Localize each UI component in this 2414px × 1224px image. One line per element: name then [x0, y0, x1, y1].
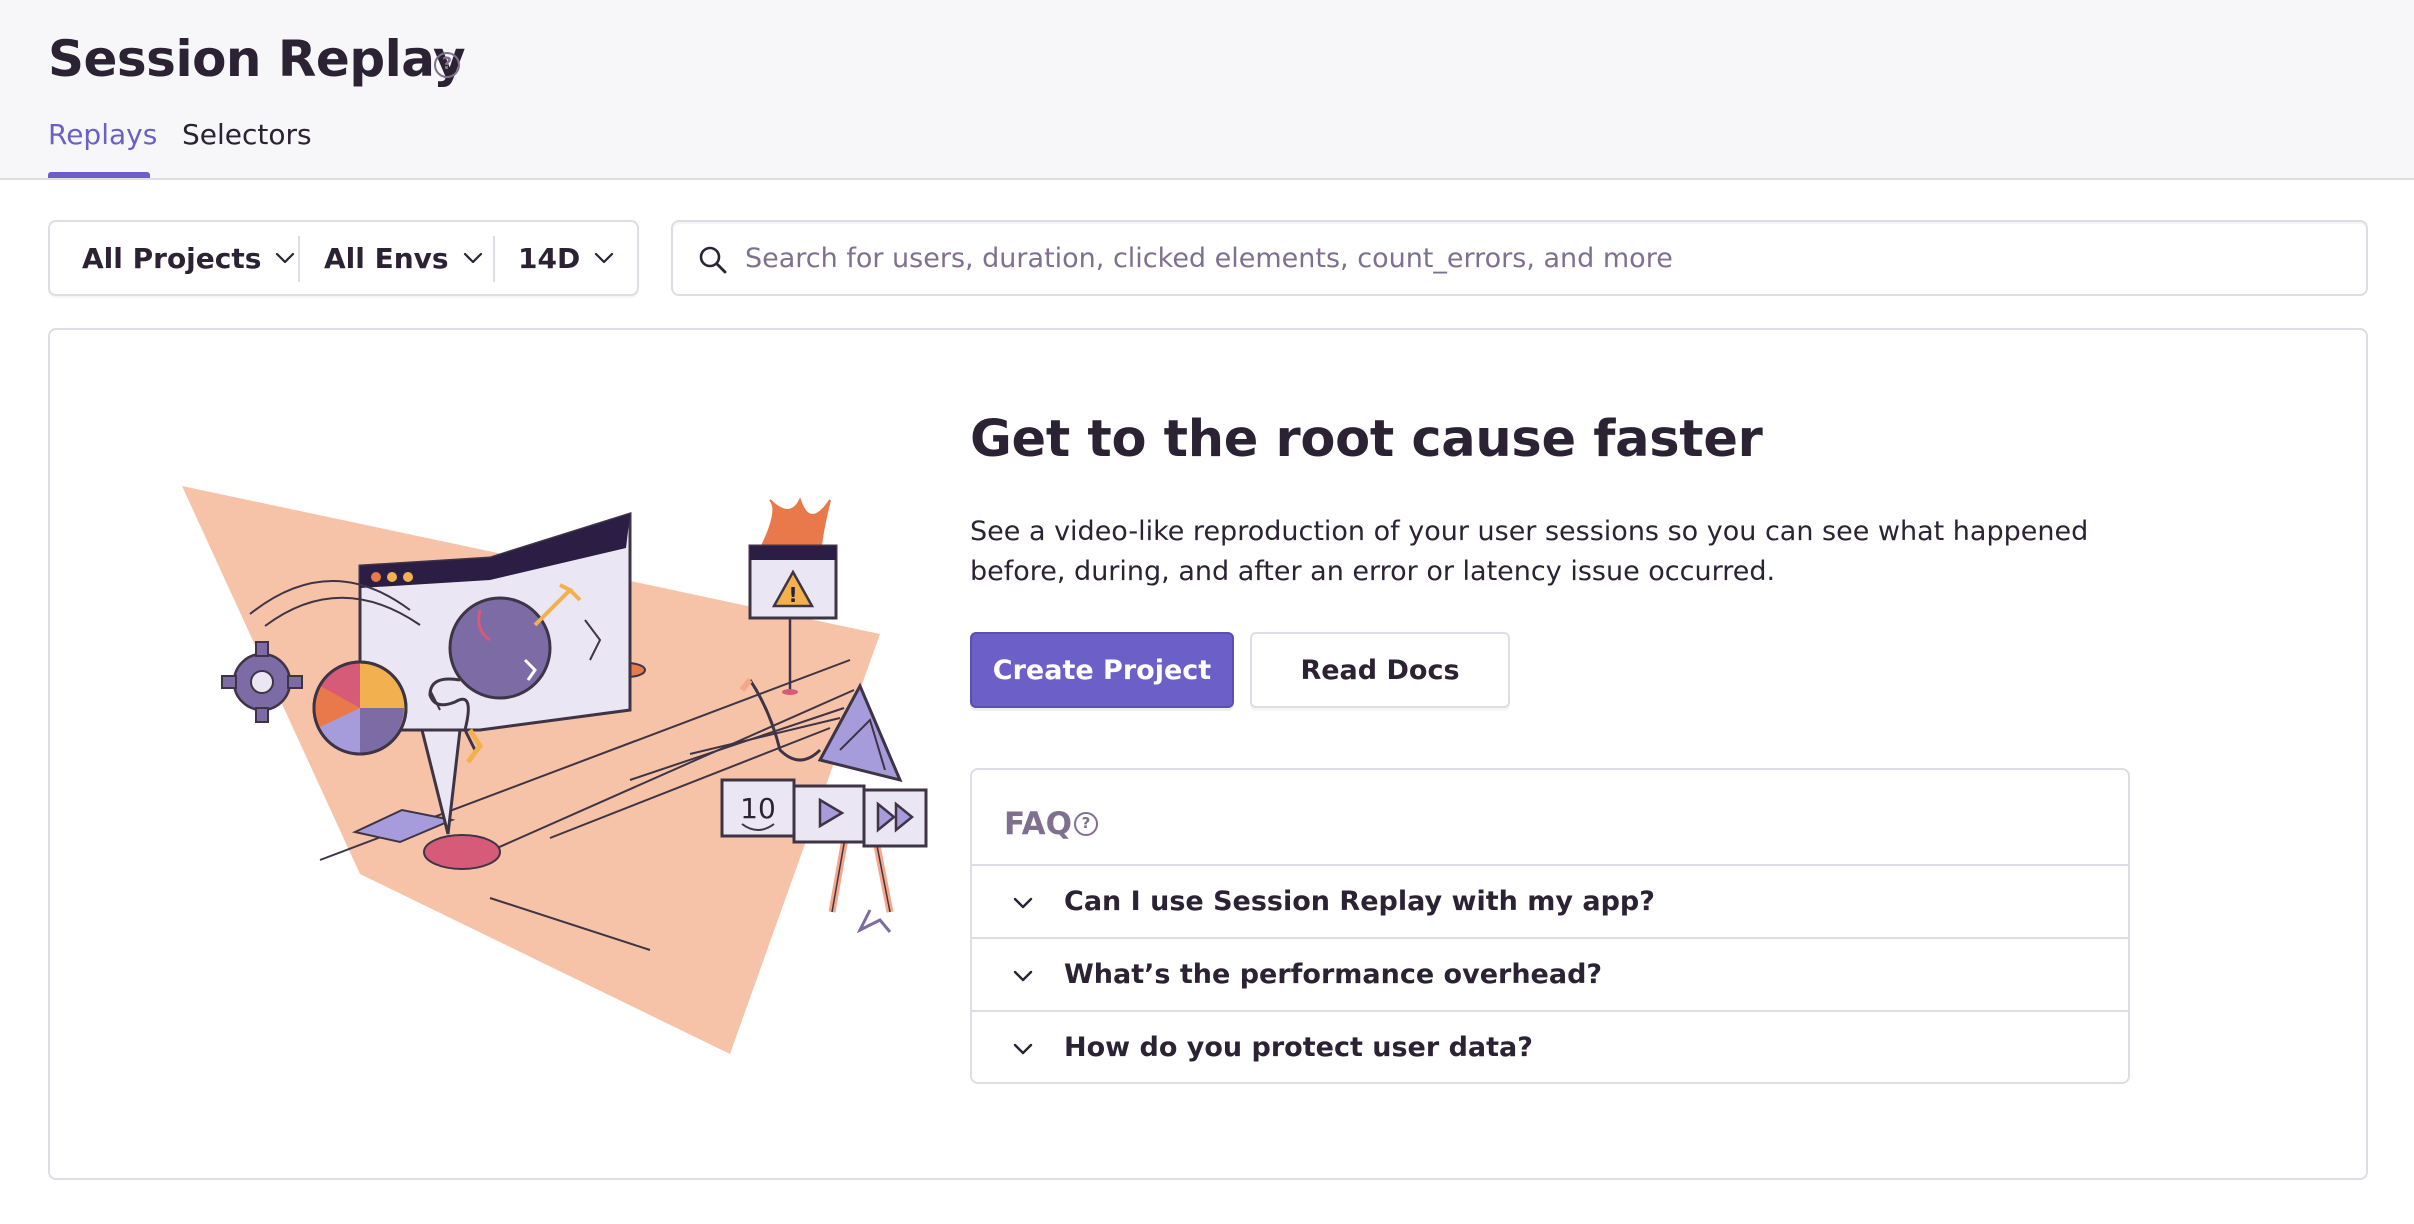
empty-state-description: See a video-like reproduction of your us…	[970, 516, 2089, 587]
rewind-10-label: 10	[740, 792, 776, 825]
filter-divider	[493, 236, 495, 282]
read-docs-button[interactable]: Read Docs	[1250, 632, 1510, 708]
tab-selectors[interactable]: Selectors	[182, 118, 312, 151]
question-circle-icon[interactable]: ?	[434, 52, 460, 78]
chevron-down-icon	[595, 252, 614, 264]
svg-text:!: !	[788, 583, 797, 607]
question-circle-icon[interactable]: ?	[1074, 812, 1098, 836]
faq-item[interactable]: Can I use Session Replay with my app?	[972, 864, 2128, 937]
faq-item[interactable]: How do you protect user data?	[972, 1010, 2128, 1083]
faq-question: How do you protect user data?	[1064, 1032, 1533, 1063]
search-bar	[671, 220, 2368, 296]
empty-state-headline: Get to the root cause faster	[970, 410, 1763, 469]
faq-panel: FAQ ? Can I use Session Replay with my a…	[970, 768, 2130, 1084]
page-header: Session Replay ? Replays Selectors	[0, 0, 2414, 180]
empty-state-panel: ! 10 Get to the root cause faster See a …	[48, 328, 2368, 1180]
search-input[interactable]	[745, 232, 2345, 284]
environment-filter-dropdown[interactable]: All Envs	[324, 222, 483, 294]
active-tab-indicator	[48, 172, 150, 178]
date-range-dropdown[interactable]: 14D	[518, 222, 614, 294]
filter-divider	[298, 236, 300, 282]
chevron-down-icon	[276, 252, 295, 264]
project-filter-dropdown[interactable]: All Projects	[82, 222, 295, 294]
faq-item[interactable]: What’s the performance overhead?	[972, 937, 2128, 1010]
create-project-button[interactable]: Create Project	[970, 632, 1234, 708]
chevron-down-icon	[463, 252, 482, 264]
replay-illustration: ! 10	[182, 486, 928, 1054]
tab-replays[interactable]: Replays	[48, 118, 157, 151]
page-title: Session Replay	[48, 30, 466, 88]
date-range-label: 14D	[518, 241, 581, 275]
faq-question: What’s the performance overhead?	[1064, 959, 1603, 990]
project-filter-label: All Projects	[82, 241, 262, 275]
chevron-down-icon	[1013, 1043, 1033, 1055]
chevron-down-icon	[1013, 970, 1033, 982]
faq-title: FAQ	[1004, 806, 1072, 842]
chevron-down-icon	[1013, 897, 1033, 909]
faq-question: Can I use Session Replay with my app?	[1064, 886, 1655, 917]
environment-filter-label: All Envs	[324, 241, 449, 275]
page-filter-bar: All Projects All Envs 14D	[48, 220, 639, 296]
search-icon	[699, 246, 727, 274]
